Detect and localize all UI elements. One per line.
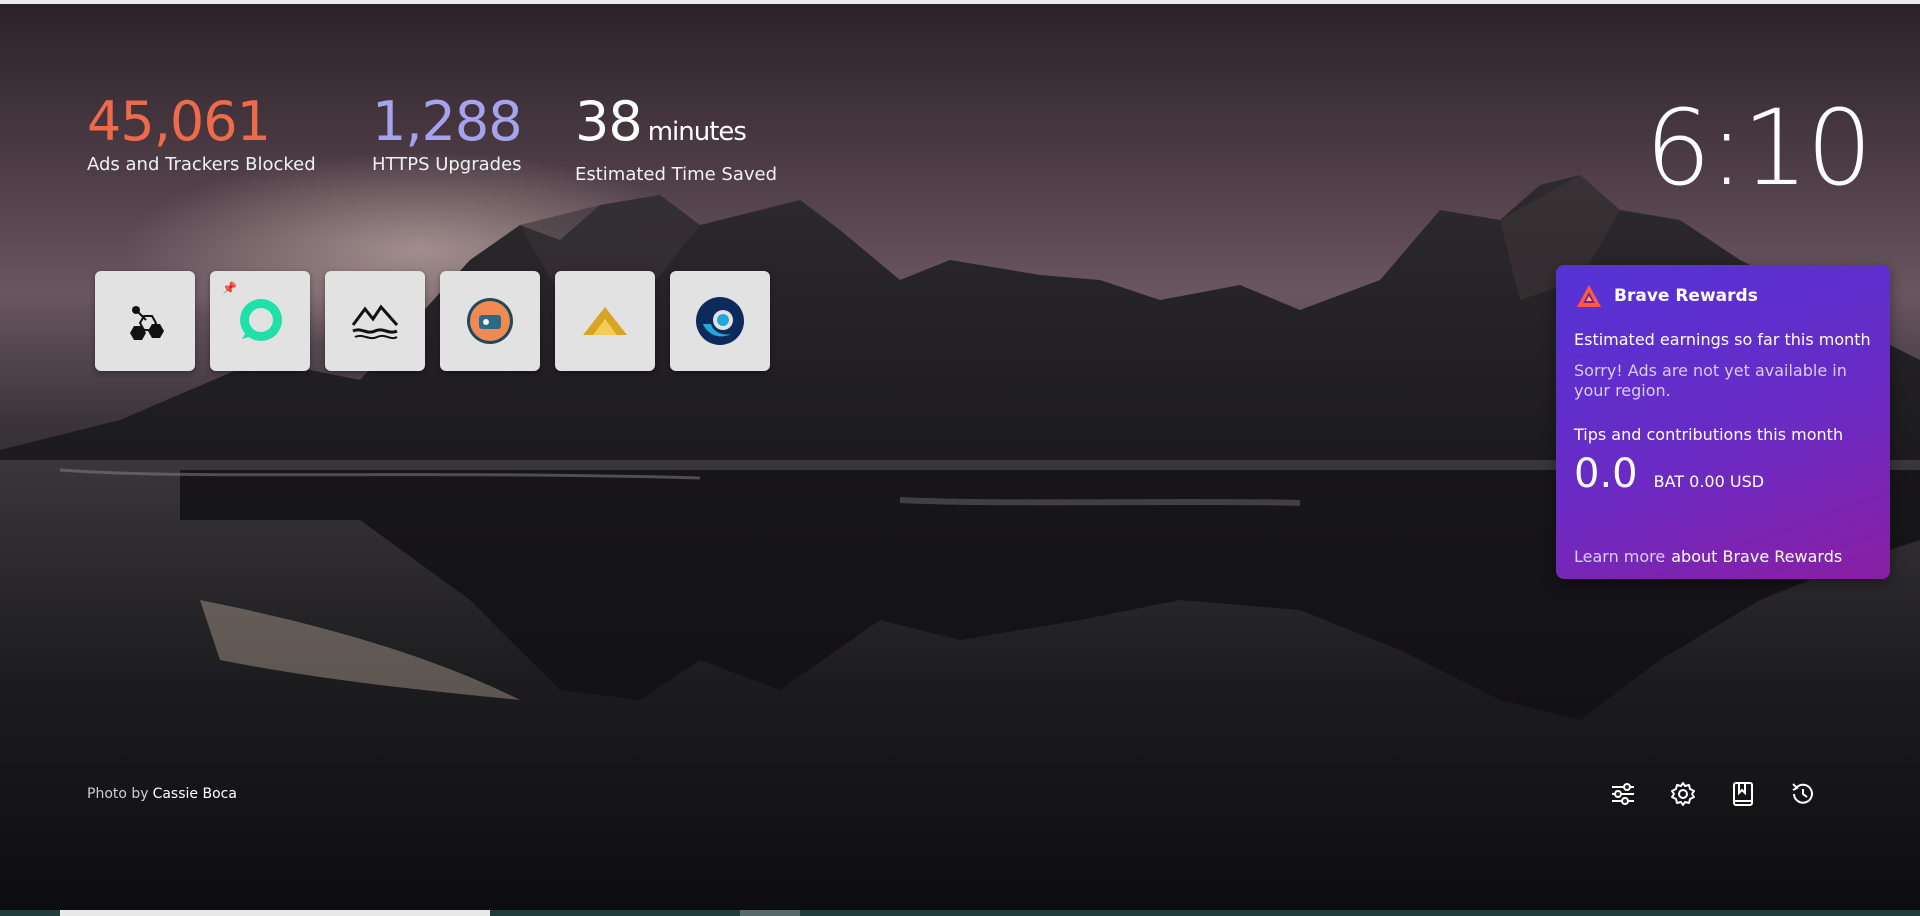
top-site-tile[interactable] — [95, 271, 195, 371]
top-site-tile[interactable] — [670, 271, 770, 371]
time-saved-label: Estimated Time Saved — [575, 164, 778, 185]
https-upgrades-label: HTTPS Upgrades — [372, 154, 522, 175]
top-site-tile[interactable] — [555, 271, 655, 371]
earnings-note: Sorry! Ads are not yet available in your… — [1574, 361, 1847, 400]
bat-triangle-icon — [1577, 285, 1601, 307]
customize-button[interactable] — [1605, 776, 1641, 812]
ads-blocked-label: Ads and Trackers Blocked — [87, 154, 316, 175]
rewards-header: Brave Rewards — [1576, 283, 1758, 309]
sliders-icon — [1612, 783, 1634, 805]
browser-bottom-edge — [0, 910, 1920, 916]
gear-icon — [1671, 782, 1695, 806]
stat-https-upgrades: 1,288 HTTPS Upgrades — [372, 90, 523, 176]
hexagon-molecule-icon — [130, 306, 164, 340]
top-site-tile[interactable] — [440, 271, 540, 371]
photo-credit: Photo by Cassie Boca — [87, 786, 237, 802]
top-site-tile[interactable] — [325, 271, 425, 371]
brave-rewards-widget: Brave Rewards Estimated earnings so far … — [1556, 265, 1890, 579]
learn-more-text: about Brave Rewards — [1671, 547, 1843, 566]
new-tab-page: 45,061 Ads and Trackers Blocked 1,288 HT… — [0, 0, 1920, 916]
tips-label: Tips and contributions this month — [1574, 425, 1844, 444]
scrollbar-segment — [60, 910, 490, 916]
rewards-title: Brave Rewards — [1614, 286, 1758, 306]
history-button[interactable] — [1785, 776, 1821, 812]
pin-icon: 📌 — [222, 281, 237, 295]
balance-detail: BAT 0.00 USD — [1653, 472, 1765, 491]
stat-time-saved: 38 minutes Estimated Time Saved — [575, 92, 777, 186]
ads-blocked-count: 45,061 — [87, 90, 271, 153]
balance: 0.0 BAT 0.00 USD — [1574, 451, 1764, 497]
history-icon — [1792, 783, 1813, 804]
time-saved-count: 38 — [575, 90, 643, 153]
scrollbar-segment — [740, 910, 800, 916]
orange-circle-logo-icon — [467, 298, 513, 344]
bookmarks-icon — [1733, 782, 1753, 806]
https-upgrades-count: 1,288 — [372, 90, 523, 153]
earnings-label: Estimated earnings so far this month — [1574, 330, 1871, 349]
top-site-tile[interactable]: 📌 — [210, 271, 310, 371]
balance-amount: 0.0 — [1574, 451, 1638, 497]
photo-credit-prefix: Photo by — [87, 786, 149, 802]
green-chat-bubble-icon — [240, 299, 282, 341]
photo-credit-author[interactable]: Cassie Boca — [153, 786, 237, 802]
learn-more-link[interactable]: Learn more — [1574, 547, 1665, 566]
blue-swirl-logo-icon — [696, 297, 744, 345]
settings-button[interactable] — [1665, 776, 1701, 812]
time-saved-unit: minutes — [647, 117, 747, 147]
gold-mountain-icon — [583, 307, 627, 335]
mountain-waves-icon — [351, 304, 399, 340]
bookmarks-button[interactable] — [1725, 776, 1761, 812]
time-saved-value: 38 minutes — [575, 92, 777, 162]
learn-more: Learn more about Brave Rewards — [1574, 547, 1842, 566]
stat-ads-blocked: 45,061 Ads and Trackers Blocked — [87, 92, 316, 176]
clock: 6:10 — [1645, 87, 1873, 209]
